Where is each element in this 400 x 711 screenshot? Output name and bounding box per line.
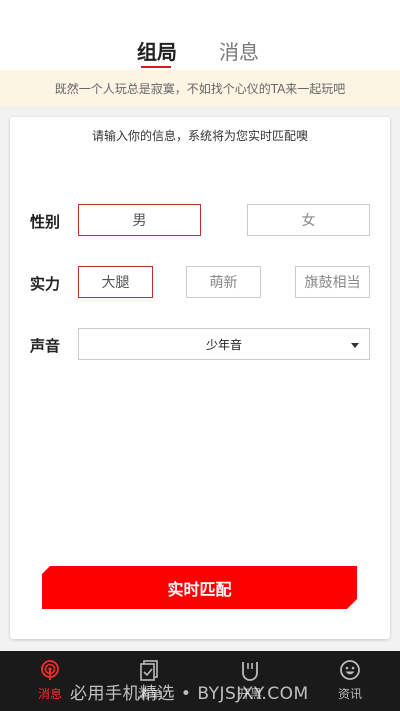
active-tab-indicator (141, 66, 171, 68)
strength-label: 实力 (30, 275, 61, 293)
nav-item-messages[interactable]: 消息 (20, 659, 80, 702)
radar-icon (41, 660, 59, 680)
voice-select-value: 少年音 (205, 337, 242, 352)
gender-label: 性别 (30, 213, 61, 231)
bottom-nav: 消息 清单 开黑 资讯 (0, 651, 400, 711)
top-header: 组局 消息 (0, 0, 400, 70)
nav-item-play[interactable]: 开黑 (220, 659, 280, 702)
realtime-match-button[interactable]: 实时匹配 (42, 566, 357, 609)
checklist-icon (140, 660, 158, 681)
strength-equal-option[interactable]: 旗鼓相当 (295, 266, 370, 298)
tab-group[interactable]: 组局 (137, 36, 177, 65)
nav-item-checklist[interactable]: 清单 (120, 659, 180, 702)
voice-label: 声音 (30, 337, 61, 355)
gamepad-icon (242, 662, 258, 681)
nav-item-news[interactable]: 资讯 (320, 659, 380, 702)
voice-select[interactable]: 少年音 (78, 328, 370, 360)
nav-label-news: 资讯 (337, 687, 362, 701)
nav-label-checklist: 清单 (137, 687, 162, 701)
strength-carry-option[interactable]: 大腿 (78, 266, 153, 298)
gender-male-option[interactable]: 男 (78, 204, 201, 236)
nav-label-play: 开黑 (237, 687, 262, 701)
form-intro: 请输入你的信息，系统将为您实时匹配噢 (91, 129, 308, 143)
strength-newbie-option[interactable]: 萌新 (186, 266, 261, 298)
gender-female-option[interactable]: 女 (247, 204, 370, 236)
notice-banner: 既然一个人玩总是寂寞，不如找个心仪的TA来一起玩吧 (0, 70, 400, 106)
smiley-icon (340, 660, 360, 680)
nav-label-messages: 消息 (37, 687, 62, 701)
match-form-card: 请输入你的信息，系统将为您实时匹配噢 性别 男 女 实力 大腿 萌新 旗鼓相当 … (10, 117, 390, 639)
caret-down-icon (351, 343, 359, 348)
tab-messages[interactable]: 消息 (219, 36, 259, 65)
